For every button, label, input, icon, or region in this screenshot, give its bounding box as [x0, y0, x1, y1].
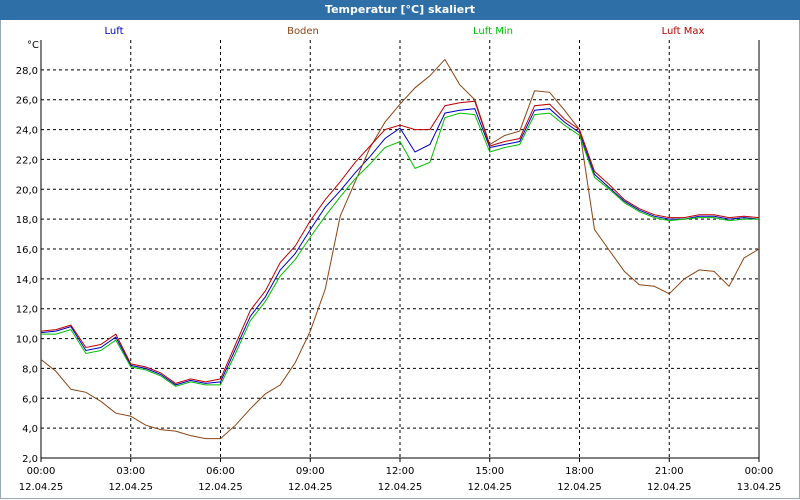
x-tick-time: 15:00: [475, 466, 504, 477]
x-tick-time: 03:00: [116, 466, 145, 477]
y-unit-label: °C: [27, 40, 39, 51]
y-tick-label: 26,0: [16, 96, 38, 107]
y-tick-label: 28,0: [16, 66, 38, 77]
legend-boden: Boden: [287, 26, 319, 37]
x-tick-date: 12.04.25: [198, 482, 243, 493]
x-tick-date: 12.04.25: [557, 482, 602, 493]
y-tick-label: 12,0: [16, 305, 38, 316]
y-tick-label: 8,0: [22, 364, 38, 375]
x-tick-time: 18:00: [565, 466, 594, 477]
y-tick-label: 10,0: [16, 335, 38, 346]
x-tick-time: 00:00: [745, 466, 774, 477]
chart-frame: °C 2,0 4,0 6,0 8,0 10,0 12,0 14,0 16,0 18,0 20,0 2…: [0, 20, 800, 499]
x-tick-time: 00:00: [27, 466, 56, 477]
legend: Luft Boden Luft Min Luft Max: [105, 26, 705, 37]
y-tick-label: 18,0: [16, 215, 38, 226]
legend-luft-min: Luft Min: [473, 26, 513, 37]
x-tick-time: 12:00: [386, 466, 415, 477]
y-tick-label: 24,0: [16, 126, 38, 137]
x-tick-date: 12.04.25: [19, 482, 64, 493]
x-tick-time: 21:00: [655, 466, 684, 477]
y-tick-label: 20,0: [16, 185, 38, 196]
y-tick-label: 14,0: [16, 275, 38, 286]
x-tick-time: 06:00: [206, 466, 235, 477]
x-tick-date: 12.04.25: [467, 482, 512, 493]
series-line-boden: [40, 58, 760, 440]
series-lines: [40, 58, 760, 440]
x-tick-date: 12.04.25: [647, 482, 692, 493]
grid: [41, 40, 759, 458]
chart-area: °C 2,0 4,0 6,0 8,0 10,0 12,0 14,0 16,0 18,0 20,0 2…: [16, 26, 782, 493]
y-tick-label: 22,0: [16, 155, 38, 166]
chart-title: Temperatur [°C] skaliert: [0, 0, 800, 20]
legend-luft-max: Luft Max: [662, 26, 705, 37]
x-tick-date: 12.04.25: [108, 482, 153, 493]
legend-luft: Luft: [105, 26, 124, 37]
x-tick-time: 09:00: [296, 466, 325, 477]
y-tick-label: 16,0: [16, 245, 38, 256]
x-tick-date: 12.04.25: [378, 482, 423, 493]
y-tick-label: 2,0: [22, 454, 38, 465]
x-tick-date: 13.04.25: [737, 482, 782, 493]
x-tick-date: 12.04.25: [288, 482, 333, 493]
y-tick-label: 4,0: [22, 424, 38, 435]
y-tick-label: 6,0: [22, 394, 38, 405]
